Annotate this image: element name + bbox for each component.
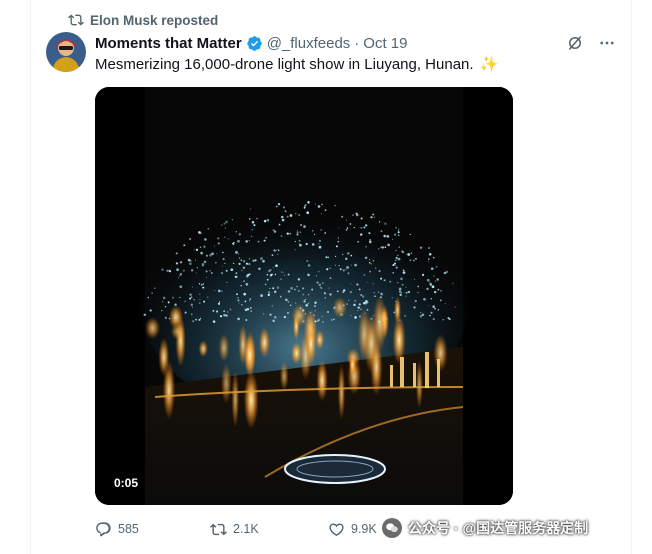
watermark-text: 公众号 · @国达管服务器定制	[408, 520, 589, 536]
video-timestamp: 0:05	[114, 476, 139, 490]
repost-count: 2.1K	[233, 522, 259, 536]
video-player[interactable]	[95, 87, 513, 505]
reply-count: 585	[118, 522, 139, 536]
reply-button[interactable]: 585	[95, 517, 139, 541]
tweet-header: Moments that Matter @_fluxfeeds · Oct 19	[95, 33, 407, 53]
tweet-body: Mesmerizing 16,000-drone light show in L…	[95, 55, 474, 73]
grok-icon[interactable]	[566, 34, 584, 52]
tweet-top-actions	[566, 34, 616, 52]
handle[interactable]: @_fluxfeeds	[267, 35, 351, 52]
like-button[interactable]: 9.9K	[328, 517, 377, 541]
sparkles-emoji: ✨	[479, 56, 499, 73]
repost-indicator[interactable]: Elon Musk reposted	[68, 11, 218, 29]
watermark: 公众号 · @国达管服务器定制	[382, 514, 588, 542]
repost-label: Elon Musk reposted	[90, 12, 219, 28]
avatar[interactable]	[46, 32, 86, 72]
post-date[interactable]: Oct 19	[363, 35, 407, 52]
repost-icon	[68, 14, 84, 26]
separator-dot: ·	[354, 34, 360, 52]
reply-icon	[96, 521, 111, 536]
drone-show-video-frame	[95, 87, 513, 505]
tweet-text: Mesmerizing 16,000-drone light show in L…	[95, 55, 499, 74]
repost-button[interactable]: 2.1K	[210, 517, 259, 541]
heart-icon	[329, 522, 344, 536]
wechat-logo-icon	[382, 518, 402, 538]
verified-badge-icon[interactable]	[246, 35, 263, 52]
more-options-icon[interactable]	[598, 34, 616, 52]
repost-icon	[210, 523, 227, 535]
like-count: 9.9K	[351, 522, 377, 536]
display-name[interactable]: Moments that Matter	[95, 35, 242, 52]
